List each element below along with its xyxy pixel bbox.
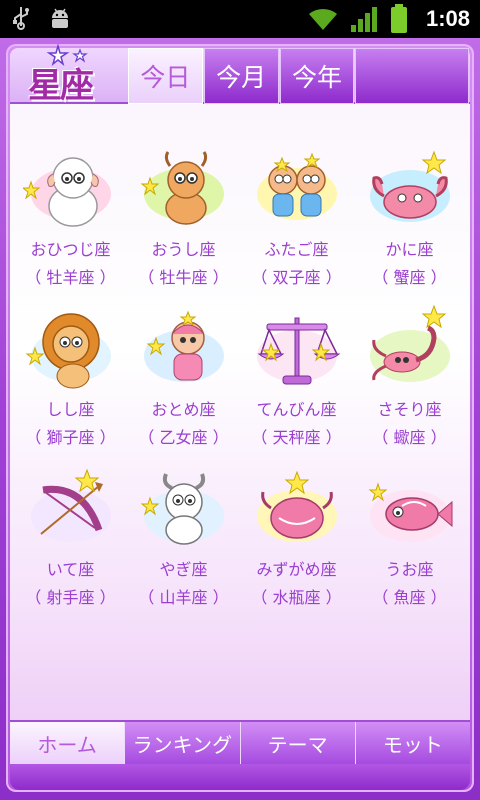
aries-ram-icon bbox=[22, 157, 111, 227]
libra-scales-icon bbox=[256, 317, 340, 385]
sign-name: うお座 bbox=[385, 560, 434, 579]
logo: 星座 bbox=[10, 44, 128, 106]
sign-kanji: （ 蠍座 ） bbox=[372, 428, 447, 447]
frame-bottom bbox=[10, 764, 470, 790]
sign-name: さそり座 bbox=[377, 400, 442, 419]
cancer-crab-icon bbox=[369, 150, 450, 222]
usb-icon bbox=[13, 7, 29, 30]
sign-sagittarius[interactable]: いて座 （ 射手座 ） bbox=[14, 464, 127, 624]
sign-leo[interactable]: しし座 （ 獅子座 ） bbox=[14, 304, 127, 464]
sign-taurus[interactable]: おうし座 （ 牡牛座 ） bbox=[127, 144, 240, 304]
tab-this-month[interactable]: 今月 bbox=[203, 48, 279, 104]
sign-kanji: （ 牡牛座 ） bbox=[138, 268, 229, 287]
nav-more[interactable]: モット bbox=[355, 722, 470, 764]
pisces-fish-icon bbox=[368, 482, 452, 542]
sign-pisces[interactable]: うお座 （ 魚座 ） bbox=[353, 464, 466, 624]
clock: 1:08 bbox=[425, 6, 470, 31]
tab-empty-slot bbox=[355, 48, 469, 104]
status-bar: 1:08 bbox=[0, 0, 480, 38]
taurus-bull-icon bbox=[140, 151, 224, 225]
sign-kanji: （ 乙女座 ） bbox=[138, 428, 229, 447]
nav-theme[interactable]: テーマ bbox=[240, 722, 356, 764]
sign-name: かに座 bbox=[385, 240, 434, 259]
sign-cancer[interactable]: かに座 （ 蟹座 ） bbox=[353, 144, 466, 304]
sign-name: てんびん座 bbox=[256, 400, 337, 419]
sign-name: みずがめ座 bbox=[256, 560, 337, 579]
sign-kanji: （ 双子座 ） bbox=[251, 268, 342, 287]
tab-today[interactable]: 今日 bbox=[128, 48, 203, 104]
sign-kanji: （ 牡羊座 ） bbox=[25, 268, 116, 287]
sign-scorpio[interactable]: さそり座 （ 蠍座 ） bbox=[353, 304, 466, 464]
leo-lion-icon bbox=[25, 313, 111, 389]
sign-name: ふたご座 bbox=[264, 240, 329, 259]
sign-name: しし座 bbox=[46, 400, 95, 419]
sagittarius-bow-icon bbox=[30, 468, 111, 542]
scorpio-scorpion-icon bbox=[369, 304, 450, 382]
tab-this-year[interactable]: 今年 bbox=[279, 48, 355, 104]
wifi-icon bbox=[308, 8, 337, 31]
sign-kanji: （ 蟹座 ） bbox=[372, 268, 447, 287]
nav-ranking[interactable]: ランキング bbox=[125, 722, 241, 764]
sign-aries[interactable]: おひつじ座 （ 牡羊座 ） bbox=[14, 144, 127, 304]
sign-name: おうし座 bbox=[151, 240, 216, 259]
sign-libra[interactable]: てんびん座 （ 天秤座 ） bbox=[240, 304, 353, 464]
zodiac-grid: おひつじ座 （ 牡羊座 ） おうし座 （ 牡牛座 ） ふたご座 （ 双子座 ） … bbox=[14, 144, 466, 624]
sign-name: おとめ座 bbox=[151, 400, 216, 419]
capricorn-goat-icon bbox=[140, 473, 224, 545]
sign-capricorn[interactable]: やぎ座 （ 山羊座 ） bbox=[127, 464, 240, 624]
sign-kanji: （ 山羊座 ） bbox=[138, 588, 229, 607]
sign-kanji: （ 魚座 ） bbox=[372, 588, 447, 607]
sign-name: おひつじ座 bbox=[30, 240, 111, 259]
signal-icon bbox=[350, 7, 377, 32]
content-panel: おひつじ座 （ 牡羊座 ） おうし座 （ 牡牛座 ） ふたご座 （ 双子座 ） … bbox=[10, 104, 470, 720]
sign-kanji: （ 水瓶座 ） bbox=[251, 588, 342, 607]
nav-home[interactable]: ホーム bbox=[10, 722, 126, 764]
sign-aquarius[interactable]: みずがめ座 （ 水瓶座 ） bbox=[240, 464, 353, 624]
virgo-girl-icon bbox=[143, 310, 224, 382]
logo-text: 星座 bbox=[28, 66, 94, 106]
sign-kanji: （ 射手座 ） bbox=[25, 588, 116, 607]
sign-kanji: （ 獅子座 ） bbox=[25, 428, 116, 447]
android-debug-icon bbox=[52, 8, 68, 28]
sign-kanji: （ 天秤座 ） bbox=[251, 428, 342, 447]
bottom-nav: ホーム ランキング テーマ モット bbox=[10, 720, 470, 764]
aquarius-jar-icon bbox=[256, 470, 337, 542]
period-tabs: 今日 今月 今年 bbox=[128, 48, 470, 104]
sign-name: いて座 bbox=[46, 560, 95, 579]
sign-virgo[interactable]: おとめ座 （ 乙女座 ） bbox=[127, 304, 240, 464]
sign-name: やぎ座 bbox=[159, 560, 208, 579]
gemini-twins-icon bbox=[256, 152, 337, 220]
header: 星座 今日 今月 今年 bbox=[10, 44, 470, 106]
sign-gemini[interactable]: ふたご座 （ 双子座 ） bbox=[240, 144, 353, 304]
battery-icon bbox=[390, 4, 407, 33]
